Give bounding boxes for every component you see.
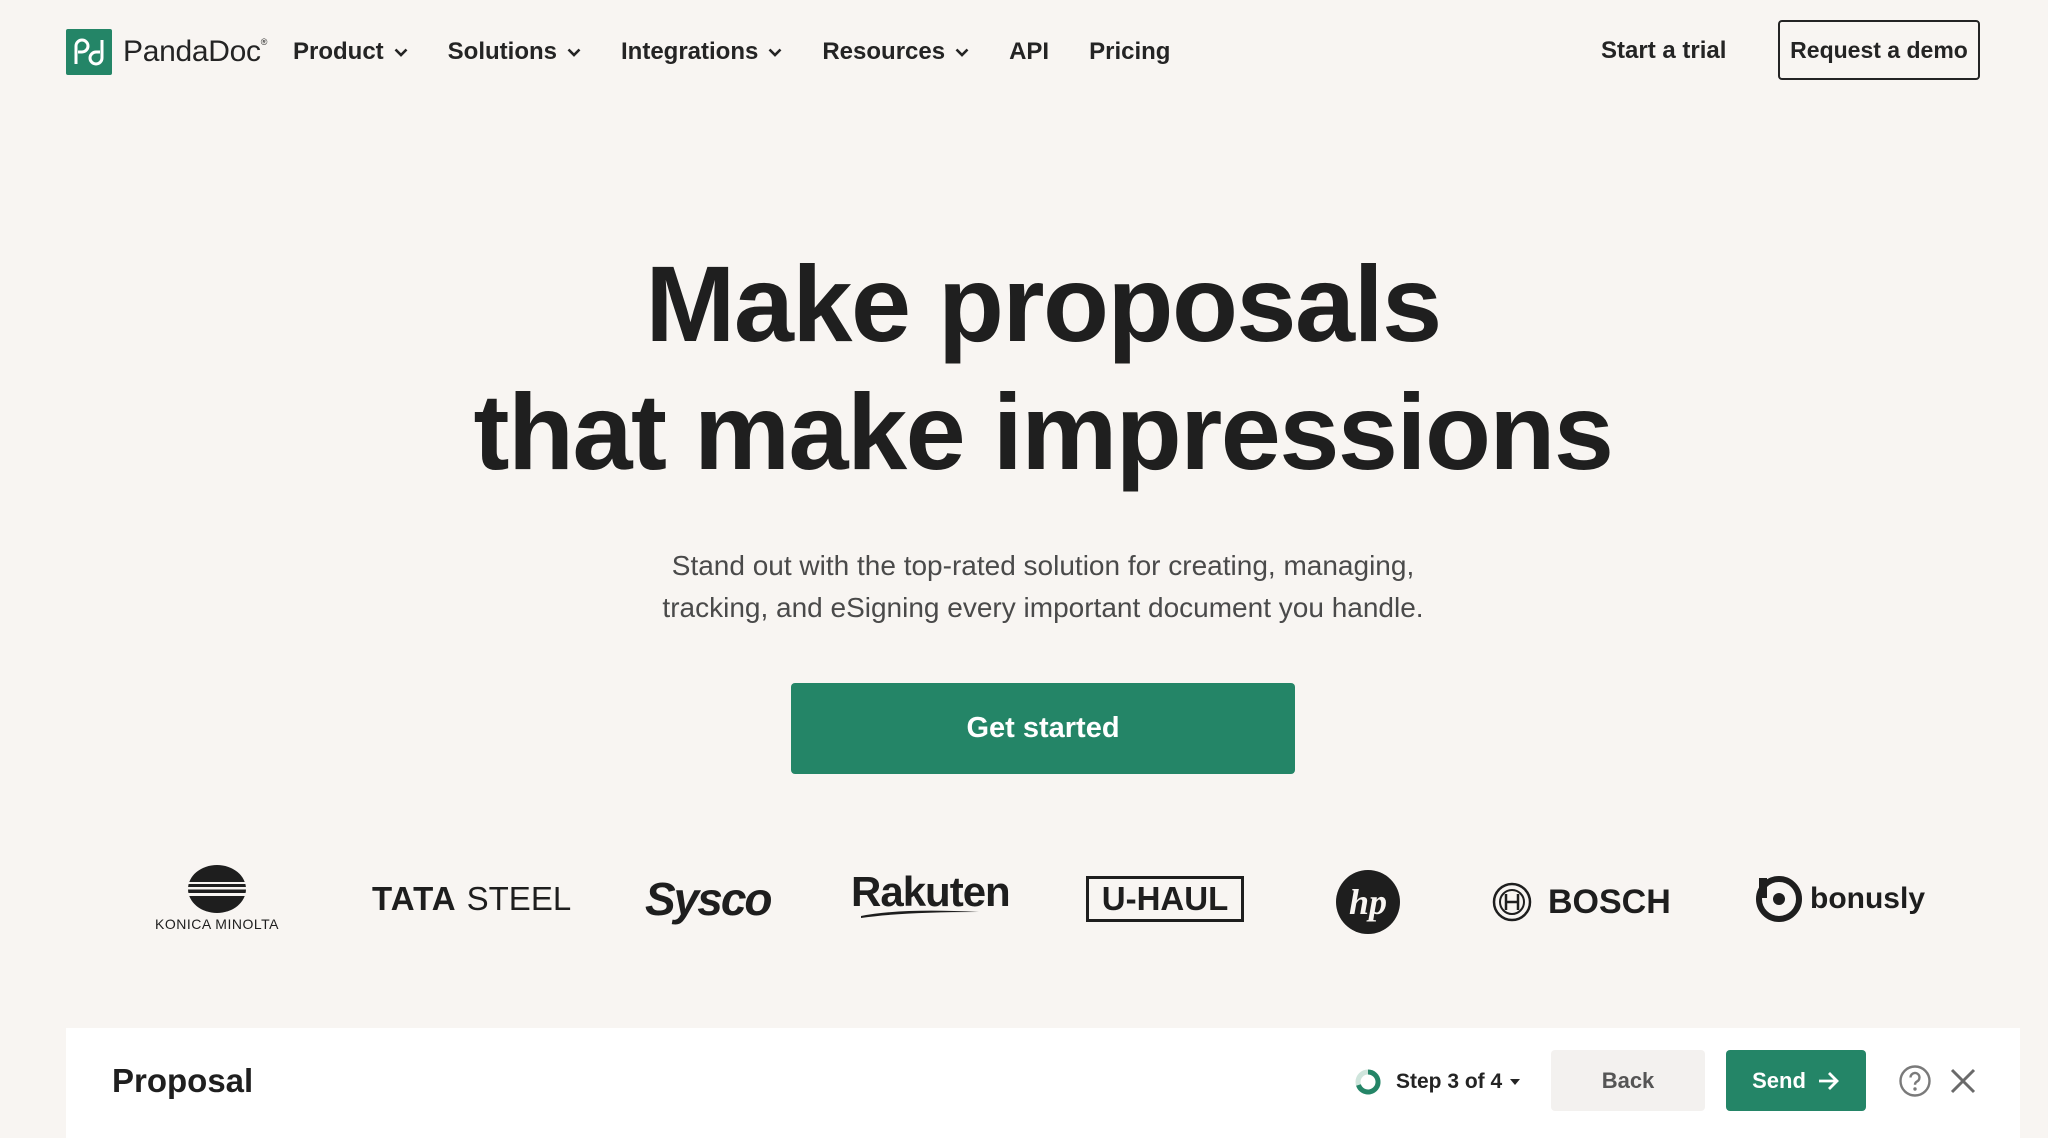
sysco-logo: Sysco: [645, 873, 773, 925]
start-trial-link[interactable]: Start a trial: [1601, 37, 1726, 65]
bonusly-logo: bonusly: [1756, 876, 1925, 922]
step-dropdown[interactable]: Step 3 of 4: [1354, 1068, 1521, 1096]
rakuten-swoosh-icon: [861, 910, 979, 918]
chevron-down-icon: [394, 48, 408, 57]
tata-steel-logo: TATA STEEL: [372, 880, 572, 917]
logo-wordmark: PandaDoc®: [123, 35, 268, 68]
svg-text:hp: hp: [1349, 882, 1387, 922]
send-button[interactable]: Send: [1726, 1050, 1866, 1111]
progress-ring-icon: [1355, 1069, 1381, 1095]
hero-subtitle: Stand out with the top-rated solution fo…: [0, 545, 2048, 629]
pandadoc-logo-icon: [66, 29, 112, 75]
bosch-logo: BOSCH: [1492, 882, 1671, 922]
help-icon[interactable]: [1898, 1064, 1932, 1098]
proposal-title: Proposal: [112, 1062, 254, 1099]
hero-subtitle-line: Stand out with the top-rated solution fo…: [671, 550, 1415, 581]
konica-minolta-logo: KONICA MINOLTA: [155, 864, 279, 932]
site-header: PandaDoc® Product Solutions Integrations…: [0, 0, 2048, 104]
caret-down-icon: [1510, 1079, 1521, 1085]
request-demo-button[interactable]: Request a demo: [1778, 20, 1980, 80]
nav-pricing[interactable]: Pricing: [1089, 38, 1170, 66]
hero-subtitle-line: tracking, and eSigning every important d…: [662, 592, 1424, 623]
customer-logos: KONICA MINOLTA TATA STEEL Sysco Rakuten U…: [0, 850, 2048, 960]
konica-globe-icon: [186, 865, 247, 913]
chevron-down-icon: [955, 48, 969, 57]
main-nav: Product Solutions Integrations Resources…: [293, 32, 1210, 72]
pandadoc-logo[interactable]: PandaDoc®: [66, 29, 267, 75]
nav-product[interactable]: Product: [293, 38, 408, 66]
hero-title-line: Make proposals: [645, 243, 1442, 364]
hero-title-line: that make impressions: [473, 371, 1614, 492]
nav-api[interactable]: API: [1009, 38, 1049, 66]
back-button[interactable]: Back: [1551, 1050, 1705, 1111]
rakuten-logo: Rakuten: [851, 868, 1011, 918]
uhaul-logo: U-HAUL: [1086, 876, 1244, 922]
chevron-down-icon: [567, 48, 581, 57]
nav-integrations[interactable]: Integrations: [621, 38, 782, 66]
bosch-armature-icon: [1492, 882, 1532, 922]
hp-logo: hp: [1336, 870, 1400, 934]
get-started-button[interactable]: Get started: [791, 683, 1295, 774]
nav-solutions[interactable]: Solutions: [448, 38, 581, 66]
chevron-down-icon: [768, 48, 782, 57]
proposal-editor-bar: Proposal Step 3 of 4 Back Send: [66, 1028, 2020, 1138]
nav-resources[interactable]: Resources: [822, 38, 969, 66]
arrow-right-icon: [1818, 1071, 1839, 1090]
hero-title: Make proposals that make impressions: [0, 240, 2048, 496]
close-icon[interactable]: [1950, 1068, 1976, 1094]
bonusly-mark-icon: [1756, 876, 1802, 922]
